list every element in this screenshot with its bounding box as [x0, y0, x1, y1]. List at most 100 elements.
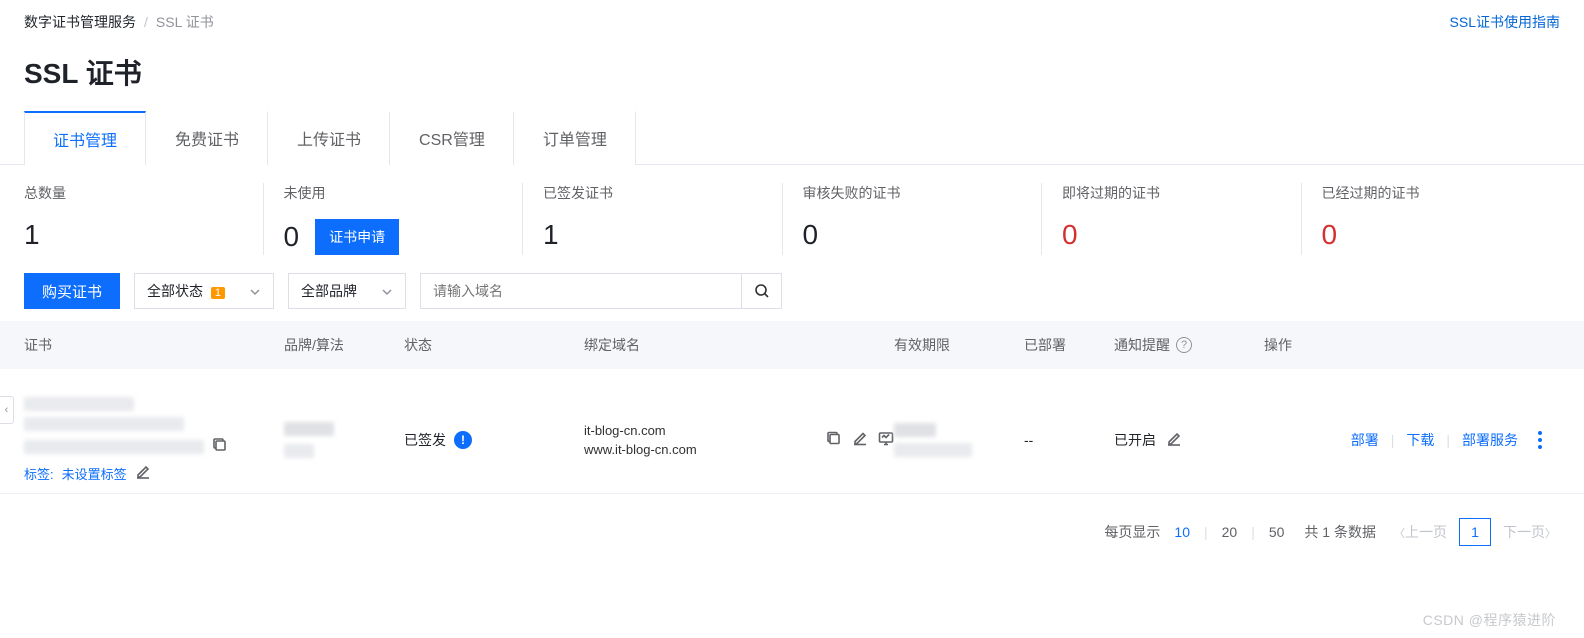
watermark: CSDN @程序猿进阶	[1423, 610, 1556, 630]
tab-upload-cert[interactable]: 上传证书	[268, 111, 390, 165]
copy-icon[interactable]	[826, 431, 842, 450]
stat-value: 1	[543, 219, 559, 251]
stat-label: 已签发证书	[543, 183, 782, 203]
brand-blurred	[284, 422, 334, 436]
edit-icon[interactable]	[1166, 431, 1182, 450]
col-domain: 绑定域名	[584, 335, 894, 355]
status-info-icon[interactable]: !	[454, 431, 472, 449]
more-actions-icon[interactable]	[1530, 431, 1550, 449]
col-cert: 证书	[24, 335, 284, 355]
cell-brand	[284, 422, 404, 458]
status-text: 已签发	[404, 430, 446, 450]
cell-domain: it-blog-cn.com www.it-blog-cn.com	[584, 423, 894, 457]
status-badge: 1	[211, 287, 225, 299]
help-icon[interactable]: ?	[1176, 337, 1192, 353]
edit-icon[interactable]	[135, 464, 151, 483]
stat-expiring: 即将过期的证书 0	[1041, 183, 1301, 255]
breadcrumb: 数字证书管理服务 / SSL 证书	[24, 12, 214, 32]
monitor-icon[interactable]	[878, 431, 894, 450]
current-page[interactable]: 1	[1459, 518, 1491, 546]
page-size-50[interactable]: 50	[1267, 524, 1287, 540]
search-button[interactable]	[741, 274, 781, 308]
chevron-down-icon	[381, 285, 393, 297]
col-actions: 操作	[1264, 335, 1560, 355]
pagination: 每页显示 10 | 20 | 50 共 1 条数据 〈上一页 1 下一页〉	[0, 494, 1584, 556]
breadcrumb-bar: 数字证书管理服务 / SSL 证书 SSL证书使用指南	[0, 0, 1584, 44]
table-row: 标签: 未设置标签 已签发 ! it-blog-cn.com www.it-bl…	[0, 369, 1584, 494]
cert-id-blurred	[24, 440, 204, 454]
apply-cert-button[interactable]: 证书申请	[315, 219, 399, 255]
col-brand: 品牌/算法	[284, 335, 404, 355]
stat-label: 已经过期的证书	[1322, 183, 1561, 203]
valid-date-blurred	[894, 443, 972, 457]
side-expand-toggle[interactable]: ‹	[0, 396, 14, 424]
breadcrumb-root[interactable]: 数字证书管理服务	[24, 12, 136, 32]
tag-link[interactable]: 未设置标签	[62, 464, 127, 483]
domain-search	[420, 273, 782, 309]
per-page-label: 每页显示	[1104, 522, 1160, 542]
stats-row: 总数量 1 未使用 0 证书申请 已签发证书 1 审核失败的证书 0 即将过期的…	[0, 165, 1584, 263]
cell-deployed: --	[1024, 432, 1114, 448]
next-page[interactable]: 下一页〉	[1503, 522, 1556, 542]
stat-value: 0	[1322, 219, 1338, 251]
page-size-20[interactable]: 20	[1220, 524, 1240, 540]
tab-order-manage[interactable]: 订单管理	[514, 111, 636, 165]
domain-2: www.it-blog-cn.com	[584, 442, 697, 457]
copy-icon[interactable]	[212, 437, 228, 456]
status-select-label: 全部状态	[147, 283, 203, 299]
table-header: 证书 品牌/算法 状态 绑定域名 有效期限 已部署 通知提醒 ? 操作	[0, 321, 1584, 369]
stat-value: 0	[284, 221, 300, 253]
search-icon	[754, 283, 770, 299]
page-size-10[interactable]: 10	[1172, 524, 1192, 540]
tag-prefix: 标签:	[24, 464, 54, 483]
col-valid: 有效期限	[894, 335, 1024, 355]
notify-text: 已开启	[1114, 430, 1156, 450]
page-title: SSL 证书	[0, 44, 1584, 110]
cert-type-blurred	[24, 417, 184, 431]
total-count: 共 1 条数据	[1304, 522, 1376, 542]
stat-signed: 已签发证书 1	[522, 183, 782, 255]
prev-page[interactable]: 〈上一页	[1394, 522, 1447, 542]
algo-blurred	[284, 444, 314, 458]
page-size-group: 每页显示 10 | 20 | 50	[1104, 522, 1286, 542]
cell-valid	[894, 423, 1024, 457]
page-nav: 〈上一页 1 下一页〉	[1394, 518, 1556, 546]
action-download[interactable]: 下载	[1398, 430, 1442, 450]
stat-failed: 审核失败的证书 0	[782, 183, 1042, 255]
tab-cert-manage[interactable]: 证书管理	[24, 111, 146, 165]
valid-duration-blurred	[894, 423, 936, 437]
status-select[interactable]: 全部状态 1	[134, 273, 274, 309]
buy-cert-button[interactable]: 购买证书	[24, 273, 120, 309]
ssl-guide-link[interactable]: SSL证书使用指南	[1450, 12, 1560, 32]
breadcrumb-sep: /	[144, 14, 148, 30]
edit-icon[interactable]	[852, 431, 868, 450]
domain-search-input[interactable]	[421, 274, 741, 308]
stat-total: 总数量 1	[24, 183, 263, 255]
stat-label: 未使用	[284, 183, 523, 203]
cell-status: 已签发 !	[404, 430, 584, 450]
cell-actions: 部署 | 下载 | 部署服务	[1264, 430, 1560, 450]
cell-cert: 标签: 未设置标签	[24, 397, 284, 483]
stat-value: 1	[24, 219, 40, 251]
action-deploy[interactable]: 部署	[1343, 430, 1387, 450]
chevron-down-icon	[249, 285, 261, 297]
tab-csr-manage[interactable]: CSR管理	[390, 111, 514, 165]
filter-row: 购买证书 全部状态 1 全部品牌	[0, 263, 1584, 321]
stat-label: 总数量	[24, 183, 263, 203]
stat-label: 即将过期的证书	[1062, 183, 1301, 203]
stat-value: 0	[1062, 219, 1078, 251]
stat-unused: 未使用 0 证书申请	[263, 183, 523, 255]
cell-notify: 已开启	[1114, 430, 1264, 450]
tab-free-cert[interactable]: 免费证书	[146, 111, 268, 165]
breadcrumb-sub: SSL 证书	[156, 12, 214, 32]
action-deploy-service[interactable]: 部署服务	[1454, 430, 1526, 450]
stat-label: 审核失败的证书	[803, 183, 1042, 203]
brand-select[interactable]: 全部品牌	[288, 273, 406, 309]
stat-value: 0	[803, 219, 819, 251]
col-notify: 通知提醒 ?	[1114, 335, 1264, 355]
col-status: 状态	[404, 335, 584, 355]
cert-table: 证书 品牌/算法 状态 绑定域名 有效期限 已部署 通知提醒 ? 操作 标签: …	[0, 321, 1584, 494]
cert-name-blurred	[24, 397, 134, 411]
col-deployed: 已部署	[1024, 335, 1114, 355]
stat-expired: 已经过期的证书 0	[1301, 183, 1561, 255]
